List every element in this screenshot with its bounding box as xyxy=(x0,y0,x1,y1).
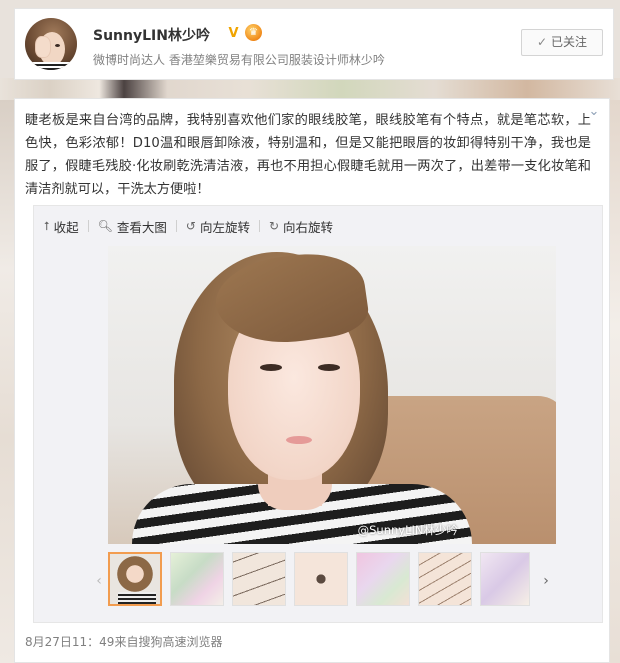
rotate-left-button[interactable]: ↺ 向左旋转 xyxy=(186,217,250,236)
follow-label: 已关注 xyxy=(551,35,588,49)
thumbnail-7[interactable] xyxy=(480,552,530,606)
view-large-label: 查看大图 xyxy=(116,219,167,235)
thumbnail-strip: ‹ › xyxy=(34,552,604,612)
toolbar-divider xyxy=(87,220,89,232)
follow-button[interactable]: ✓ 已关注 xyxy=(521,29,603,56)
thumbnail-6[interactable] xyxy=(418,552,472,606)
check-icon: ✓ xyxy=(536,35,548,49)
magnifier-icon: 🔍︎ xyxy=(97,219,113,233)
thumbnail-2[interactable] xyxy=(170,552,224,606)
rotate-right-button[interactable]: ↻ 向右旋转 xyxy=(269,217,333,236)
media-toolbar: ⭡ 收起 🔍︎ 查看大图 ↺ 向左旋转 ↻ 向右旋转 xyxy=(44,216,333,236)
username[interactable]: SunnyLIN林少吟 xyxy=(93,25,210,45)
chevron-left-icon[interactable]: ‹ xyxy=(92,556,106,606)
post-card: 睫老板是来自台湾的品牌，我特别喜欢他们家的眼线胶笔，眼线胶笔有个特点，就是笔芯软… xyxy=(14,98,610,663)
photo-watermark: @SunnyLIN林少吟 xyxy=(357,523,458,537)
user-description: 微博时尚达人 香港堃樂贸易有限公司服装设计师林少吟 xyxy=(93,53,385,67)
avatar[interactable] xyxy=(25,18,77,70)
thumbnail-1[interactable] xyxy=(108,552,162,606)
collapse-button[interactable]: ⭡ 收起 xyxy=(44,217,79,236)
arrow-up-icon: ⭡ xyxy=(44,218,50,233)
post-timestamp-source[interactable]: 8月27日11：49来自搜狗高速浏览器 xyxy=(25,633,222,650)
chevron-right-icon[interactable]: › xyxy=(539,556,553,606)
rotate-right-label: 向右旋转 xyxy=(283,219,334,235)
post-text: 睫老板是来自台湾的品牌，我特别喜欢他们家的眼线胶笔，眼线胶笔有个特点，就是笔芯软… xyxy=(25,113,591,197)
rotate-left-icon: ↺ xyxy=(185,219,196,233)
rotate-right-icon: ↻ xyxy=(268,219,280,233)
background-left-edge xyxy=(0,100,14,663)
thumbnail-4[interactable] xyxy=(294,552,348,606)
verified-v-icon[interactable]: V xyxy=(226,26,241,41)
collapse-label: 收起 xyxy=(53,219,79,235)
view-large-button[interactable]: 🔍︎ 查看大图 xyxy=(98,217,167,236)
toolbar-divider xyxy=(258,220,260,232)
rotate-left-label: 向左旋转 xyxy=(199,219,250,235)
profile-header: SunnyLIN林少吟 V ♛ 微博时尚达人 香港堃樂贸易有限公司服装设计师林少… xyxy=(14,8,614,80)
media-viewer: ⭡ 收起 🔍︎ 查看大图 ↺ 向左旋转 ↻ 向右旋转 @SunnyLIN林少吟 … xyxy=(33,205,603,623)
thumbnail-3[interactable] xyxy=(232,552,286,606)
chevron-down-icon[interactable]: ⌄ xyxy=(587,105,601,119)
main-photo[interactable]: @SunnyLIN林少吟 xyxy=(108,246,556,544)
vip-badge-icon[interactable]: ♛ xyxy=(245,24,262,41)
toolbar-divider xyxy=(175,220,177,232)
thumbnail-5[interactable] xyxy=(356,552,410,606)
